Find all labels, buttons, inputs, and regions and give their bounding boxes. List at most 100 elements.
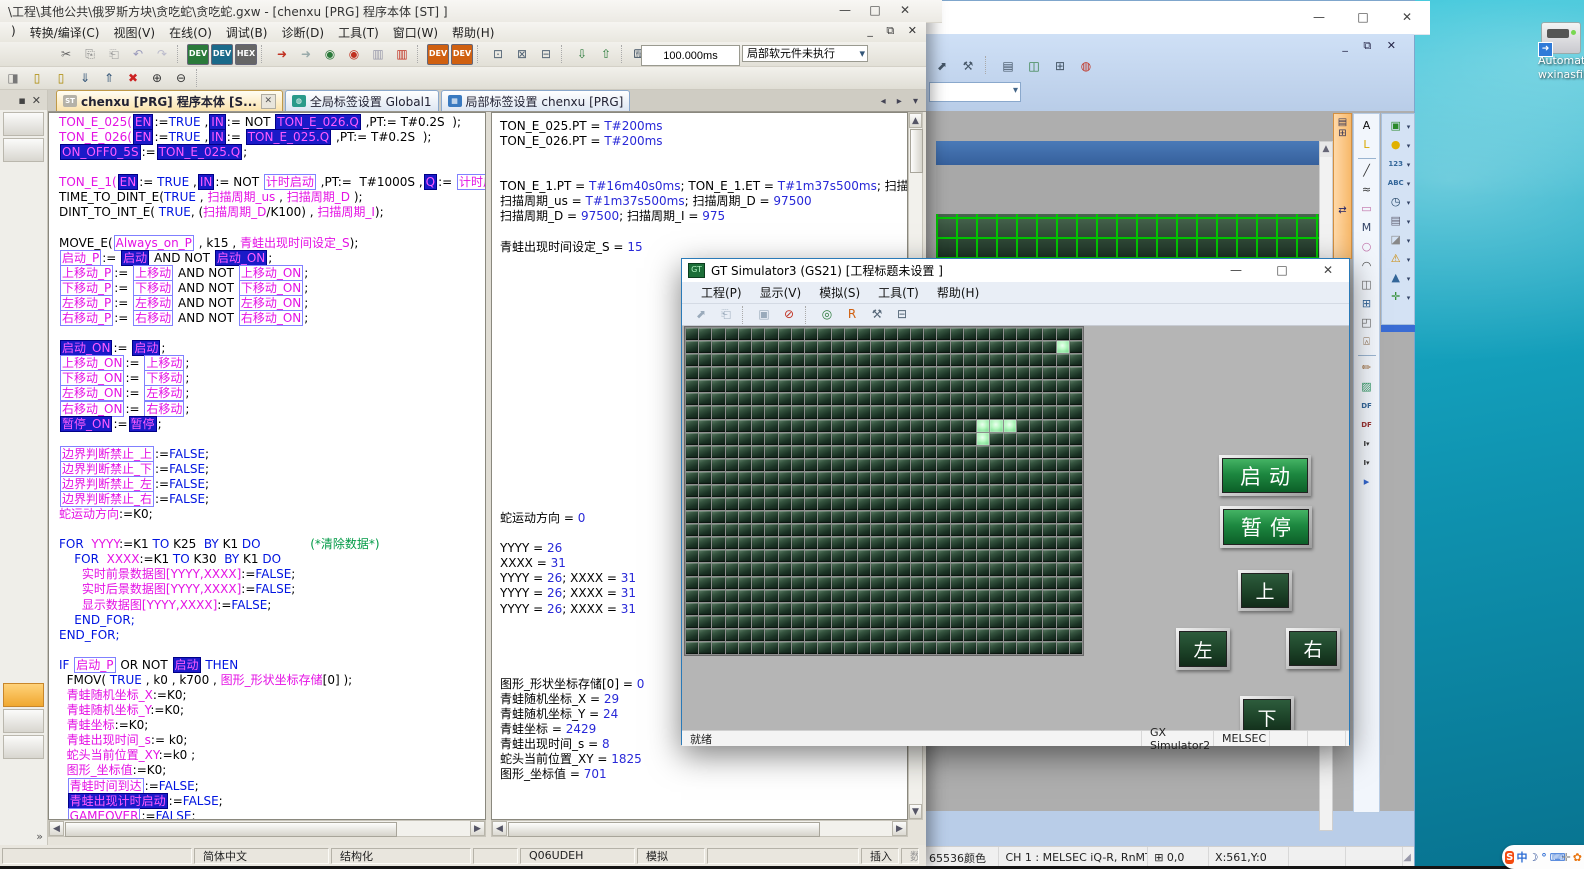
maximize-icon[interactable]: □ bbox=[860, 0, 890, 20]
menu-item[interactable]: 诊断(D) bbox=[274, 22, 331, 43]
code-line[interactable]: 实时后景数据图[YYYY,XXXX]:=FALSE; bbox=[59, 582, 295, 597]
object-tool-icon[interactable]: ⚠ bbox=[1386, 251, 1406, 268]
pin-icon[interactable]: ▪ bbox=[18, 94, 25, 107]
code-line[interactable]: END_FOR; bbox=[59, 613, 135, 628]
toolbar-icon[interactable]: I▾ bbox=[1357, 455, 1377, 472]
code-line[interactable]: 下移动_P:= 下移动 AND NOT 下移动_ON; bbox=[59, 281, 308, 296]
gt-designer-mdi-buttons[interactable]: _ ⧉ ✕ bbox=[1342, 39, 1402, 53]
st-code-editor[interactable]: TON_E_025(EN:=TRUE ,IN:= NOT TON_E_026.Q… bbox=[48, 112, 486, 820]
toolbar-icon[interactable]: ⎗ bbox=[715, 304, 737, 325]
code-line[interactable]: 蛇头当前位置_XY:=k0 ; bbox=[59, 748, 195, 763]
device-execute-combo[interactable]: 局部软元件未执行 bbox=[742, 45, 868, 62]
chevron-down-icon[interactable]: ▾ bbox=[1407, 237, 1411, 245]
dock-header[interactable]: ▪✕ bbox=[0, 90, 47, 110]
toolbar-icon[interactable]: DEV bbox=[211, 44, 233, 65]
toolbar-icon[interactable]: ◫ bbox=[1357, 277, 1377, 294]
object-tool-icon[interactable]: ✛ bbox=[1386, 289, 1406, 306]
toolbar-icon[interactable]: ◠ bbox=[1357, 258, 1377, 275]
menu-item[interactable]: 工具(T) bbox=[331, 22, 386, 43]
gt-designer-library-panel[interactable]: ▤ ⊞ ⇄ bbox=[1333, 113, 1352, 259]
code-line[interactable]: DINT_TO_INT_E( TRUE, (扫描周期_D/K100) , 扫描周… bbox=[59, 205, 384, 220]
code-line[interactable]: TON_E_026(EN:=TRUE ,IN:= TON_E_025.Q ,PT… bbox=[59, 130, 431, 145]
horizontal-scrollbar-right[interactable]: ◀ ▶ bbox=[491, 820, 908, 837]
code-line[interactable]: FMOV( TRUE , k0 , k700 , 图形_形状坐标存储[0] ); bbox=[59, 673, 352, 688]
ime-icon[interactable]: ☽ bbox=[1528, 851, 1538, 864]
ime-icon[interactable]: ✿ bbox=[1573, 851, 1582, 864]
toolbar-icon[interactable]: ✖ bbox=[122, 68, 144, 89]
toolbar-icon[interactable]: ⬈ bbox=[690, 304, 712, 325]
code-line[interactable]: 显示数据图[YYYY,XXXX]:=FALSE; bbox=[59, 598, 271, 613]
toolbar-icon[interactable]: ▸ bbox=[1357, 474, 1377, 491]
toolbar-icon[interactable]: R bbox=[841, 304, 863, 325]
toolbar-icon[interactable]: ✏ bbox=[1357, 360, 1377, 377]
toolbar-icon[interactable]: ⊕ bbox=[146, 68, 168, 89]
toolbar-icon[interactable]: ◍ bbox=[1075, 56, 1097, 77]
menu-item[interactable]: 在线(O) bbox=[162, 22, 219, 43]
object-tool-icon[interactable]: ABC bbox=[1386, 175, 1406, 192]
close-icon[interactable]: ✕ bbox=[32, 94, 41, 107]
toolbar-icon[interactable]: ⊖ bbox=[170, 68, 192, 89]
code-line[interactable]: 下移动_ON:= 下移动; bbox=[59, 371, 189, 386]
code-line[interactable]: TON_E_1(EN:= TRUE ,IN:= NOT 计时启动 ,PT:= T… bbox=[59, 175, 486, 190]
toolbar-icon[interactable]: ◉ bbox=[319, 44, 341, 65]
dock-bar[interactable] bbox=[3, 138, 44, 162]
object-tool-icon[interactable]: ◷ bbox=[1386, 194, 1406, 211]
code-line[interactable]: 右移动_P:= 右移动 AND NOT 右移动_ON; bbox=[59, 311, 308, 326]
sim-caption-buttons[interactable]: — □ ✕ bbox=[1221, 260, 1343, 280]
gx-caption-buttons[interactable]: — □ ✕ bbox=[830, 0, 920, 20]
close-icon[interactable]: ✕ bbox=[890, 0, 920, 20]
ime-icon[interactable]: ⌨ bbox=[1550, 851, 1560, 864]
toolbar-icon[interactable]: ▯ bbox=[26, 68, 48, 89]
dock-bar[interactable] bbox=[3, 709, 44, 733]
toolbar-icon[interactable]: ✂ bbox=[55, 44, 77, 65]
toolbar-icon[interactable]: ↶ bbox=[127, 44, 149, 65]
desktop-shortcut-automation[interactable]: ➜ Automatio... wxinasfile... bbox=[1538, 22, 1584, 110]
gx-navigation-dock[interactable]: ▪✕ » bbox=[0, 90, 48, 845]
scroll-down-icon[interactable]: ▼ bbox=[909, 804, 922, 819]
code-line[interactable]: END_FOR; bbox=[59, 628, 120, 643]
dock-bar-active[interactable] bbox=[3, 683, 44, 707]
object-tool-icon[interactable]: ▣ bbox=[1386, 118, 1406, 135]
menu-item[interactable]: 视图(V) bbox=[106, 22, 162, 43]
menu-item[interactable]: 模拟(S) bbox=[810, 282, 869, 303]
gt-designer-titlebar[interactable]: — □ ✕ bbox=[923, 1, 1430, 35]
scroll-left-icon[interactable]: ◀ bbox=[492, 821, 507, 836]
code-line[interactable]: FOR YYYY:=K1 TO K25 BY K1 DO (*清除数据*) bbox=[59, 537, 380, 552]
toolbar-icon[interactable]: ⊠ bbox=[511, 44, 533, 65]
toolbar-icon[interactable]: ➜ bbox=[271, 44, 293, 65]
toolbar-icon[interactable]: ⇓ bbox=[74, 68, 96, 89]
menu-item[interactable]: 转换/编译(C) bbox=[23, 22, 107, 43]
scroll-right-icon[interactable]: ▶ bbox=[892, 821, 907, 836]
scrollbar-thumb[interactable] bbox=[508, 822, 820, 837]
code-line[interactable]: 青蛙随机坐标_X:=K0; bbox=[59, 688, 187, 703]
code-line[interactable]: ON_OFF0_5S:=TON_E_025.Q; bbox=[59, 145, 247, 160]
ime-icon[interactable]: S bbox=[1505, 851, 1514, 864]
menu-item[interactable]: ) bbox=[4, 22, 23, 43]
toolbar-icon[interactable]: ◨ bbox=[2, 68, 24, 89]
sim-button-up[interactable]: 上 bbox=[1238, 570, 1292, 611]
toolbar-icon[interactable]: ⬈ bbox=[931, 56, 953, 77]
toolbar-icon[interactable]: ⎘ bbox=[79, 44, 101, 65]
chevron-down-icon[interactable]: ▾ bbox=[1407, 294, 1411, 302]
sim-button-left[interactable]: 左 bbox=[1176, 628, 1230, 670]
maximize-icon[interactable]: □ bbox=[1267, 260, 1297, 280]
menu-item[interactable]: 工程(P) bbox=[692, 282, 751, 303]
toolbar-icon[interactable]: L bbox=[1357, 137, 1377, 154]
code-line[interactable]: MOVE_E(Always_on_P , k15 , 青蛙出现时间设定_S); bbox=[59, 236, 358, 251]
toolbar-icon[interactable]: ⊞ bbox=[1357, 296, 1377, 313]
chevron-down-icon[interactable]: ▾ bbox=[1407, 180, 1411, 188]
menu-item[interactable]: 窗口(W) bbox=[386, 22, 445, 43]
tab-scroll-arrows[interactable]: ◂ ▸ ▾ bbox=[881, 96, 922, 107]
code-line[interactable]: 左移动_P:= 左移动 AND NOT 左移动_ON; bbox=[59, 296, 308, 311]
toolbar-icon[interactable]: ╱ bbox=[1357, 163, 1377, 180]
code-line[interactable]: 图形_坐标值:=K0; bbox=[59, 763, 166, 778]
document-tab[interactable]: ▦局部标签设置 chenxu [PRG] bbox=[441, 90, 631, 111]
toolbar-icon[interactable]: ⇩ bbox=[571, 44, 593, 65]
horizontal-scrollbar-left[interactable]: ◀ ▶ bbox=[48, 820, 486, 837]
toolbar-icon[interactable]: ▥ bbox=[367, 44, 389, 65]
object-tool-icon[interactable]: ◪ bbox=[1386, 232, 1406, 249]
gt-designer-grid-canvas[interactable] bbox=[936, 214, 1319, 259]
snake-game-grid[interactable] bbox=[684, 326, 1084, 656]
code-line[interactable]: 实时前景数据图[YYYY,XXXX]:=FALSE; bbox=[59, 567, 295, 582]
toolbar-icon[interactable]: ▨ bbox=[1357, 379, 1377, 396]
